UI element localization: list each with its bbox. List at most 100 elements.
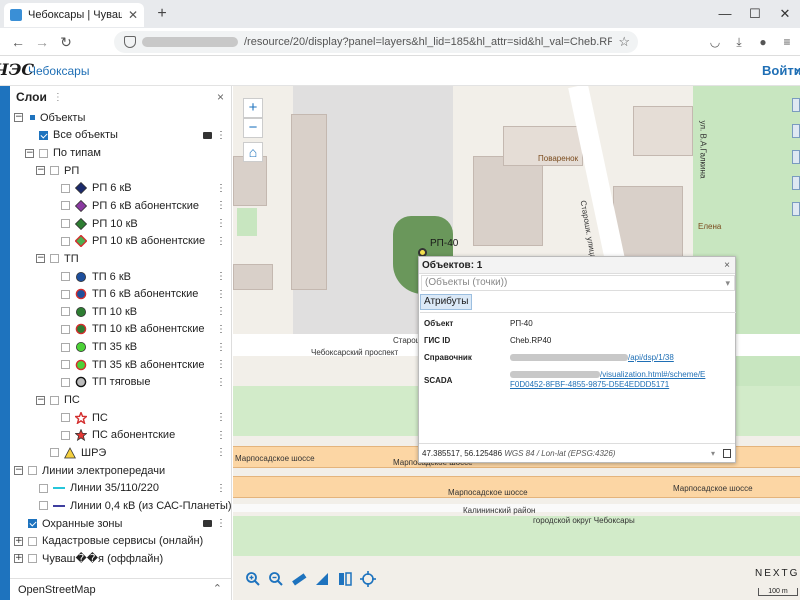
- layer-checkbox[interactable]: [61, 307, 70, 317]
- layer-select[interactable]: (Объекты (точки)) ▾: [421, 275, 735, 291]
- layer-menu-icon[interactable]: ⋮: [216, 500, 226, 511]
- layer-tree-row[interactable]: ПС абонентские ⋮: [10, 427, 232, 445]
- layer-tree-row[interactable]: + Кадастровые сервисы (онлайн): [10, 532, 232, 550]
- home-button[interactable]: ⌂: [243, 142, 263, 162]
- layer-checkbox[interactable]: [61, 289, 70, 299]
- layer-tree-row[interactable]: ПС ⋮: [10, 409, 232, 427]
- expand-icon[interactable]: +: [14, 536, 23, 546]
- basemap-selector[interactable]: OpenStreetMap ⌃: [10, 578, 232, 600]
- zoom-in-tool-icon[interactable]: [243, 569, 263, 589]
- identify-icon[interactable]: [335, 569, 355, 589]
- window-close-button[interactable]: ✕: [770, 0, 800, 28]
- layer-tree-row[interactable]: Линии 35/110/220 ⋮: [10, 479, 232, 497]
- layer-menu-icon[interactable]: ⋮: [216, 324, 226, 335]
- layer-menu-icon[interactable]: ⋮: [216, 271, 226, 282]
- layer-tree-row[interactable]: РП 10 кВ абонентские ⋮: [10, 232, 232, 250]
- new-tab-button[interactable]: +: [152, 4, 172, 24]
- layer-checkbox[interactable]: [39, 501, 48, 511]
- expand-icon[interactable]: +: [14, 554, 23, 564]
- layer-tree-row[interactable]: ТП 6 кВ абонентские ⋮: [10, 285, 232, 303]
- menu-icon[interactable]: ≡: [778, 33, 796, 51]
- layer-checkbox[interactable]: [61, 413, 70, 423]
- layer-tree-row[interactable]: ТП 35 кВ абонентские ⋮: [10, 356, 232, 374]
- shield-icon[interactable]: [124, 36, 136, 48]
- layer-tree-row[interactable]: − Линии электропередачи: [10, 462, 232, 480]
- layer-checkbox[interactable]: [50, 395, 59, 405]
- chevron-down-icon[interactable]: ▾: [711, 444, 715, 463]
- layer-tree-row[interactable]: + Чуваш��я (оффлайн): [10, 550, 232, 568]
- window-maximize-button[interactable]: ☐: [740, 0, 770, 28]
- layer-checkbox[interactable]: [39, 130, 48, 140]
- layer-menu-icon[interactable]: ⋮: [216, 377, 226, 388]
- chevron-down-icon[interactable]: ▾: [725, 276, 730, 290]
- layer-tree-row[interactable]: − ПС: [10, 391, 232, 409]
- account-icon[interactable]: ●: [754, 33, 772, 51]
- right-panel-thumb[interactable]: [792, 202, 800, 216]
- right-panel-thumb[interactable]: [792, 98, 800, 112]
- layer-menu-icon[interactable]: ⋮: [216, 130, 226, 141]
- collapse-icon[interactable]: −: [14, 466, 23, 476]
- layer-menu-icon[interactable]: ⋮: [216, 306, 226, 317]
- collapse-icon[interactable]: −: [36, 166, 45, 176]
- layer-checkbox[interactable]: [61, 377, 70, 387]
- browser-tab[interactable]: Чебоксары | Чувашские госу ✕: [4, 3, 144, 27]
- layer-checkbox[interactable]: [61, 219, 70, 229]
- layer-menu-icon[interactable]: ⋮: [216, 518, 226, 529]
- layer-tree-row[interactable]: − ТП: [10, 250, 232, 268]
- layer-tree-row[interactable]: РП 6 кВ абонентские ⋮: [10, 197, 232, 215]
- layer-tree-row[interactable]: Охранные зоны ⋮: [10, 515, 232, 533]
- right-panel-thumb[interactable]: [792, 176, 800, 190]
- layer-menu-icon[interactable]: ⋮: [216, 359, 226, 370]
- popup-close-icon[interactable]: ×: [724, 257, 730, 274]
- layer-menu-icon[interactable]: ⋮: [216, 483, 226, 494]
- layer-tree-row[interactable]: ТП 6 кВ ⋮: [10, 268, 232, 286]
- layer-checkbox[interactable]: [28, 519, 37, 529]
- panel-kebab-icon[interactable]: ⋮: [53, 92, 63, 103]
- pocket-icon[interactable]: ◡: [706, 33, 724, 51]
- panel-close-icon[interactable]: ×: [217, 90, 224, 104]
- layer-tree-row[interactable]: − Объекты: [10, 109, 232, 127]
- tab-attributes[interactable]: Атрибуты: [420, 294, 473, 310]
- tab-close-icon[interactable]: ✕: [128, 8, 138, 22]
- download-icon[interactable]: ⤓: [730, 33, 748, 51]
- ruler-icon[interactable]: [289, 569, 309, 589]
- layer-menu-icon[interactable]: ⋮: [216, 183, 226, 194]
- layer-checkbox[interactable]: [28, 536, 37, 546]
- back-arrow-icon[interactable]: ←: [8, 32, 28, 52]
- layer-menu-icon[interactable]: ⋮: [216, 430, 226, 441]
- window-minimize-button[interactable]: —: [710, 0, 740, 28]
- layer-checkbox[interactable]: [28, 554, 37, 564]
- zoom-in-button[interactable]: +: [243, 98, 263, 118]
- collapse-icon[interactable]: −: [25, 148, 34, 158]
- layer-menu-icon[interactable]: ⋮: [216, 447, 226, 458]
- layer-checkbox[interactable]: [61, 236, 70, 246]
- address-bar[interactable]: /resource/20/display?panel=layers&hl_lid…: [114, 31, 638, 53]
- right-panel-thumb[interactable]: [792, 150, 800, 164]
- layer-checkbox[interactable]: [61, 342, 70, 352]
- layer-tree-row[interactable]: РП 6 кВ ⋮: [10, 180, 232, 198]
- measure-area-icon[interactable]: [312, 569, 332, 589]
- locate-icon[interactable]: [358, 569, 378, 589]
- layer-checkbox[interactable]: [39, 483, 48, 493]
- layer-checkbox[interactable]: [61, 272, 70, 282]
- layer-menu-icon[interactable]: ⋮: [216, 236, 226, 247]
- nextgis-attribution[interactable]: NEXTGIS: [755, 568, 800, 579]
- layer-tree-row[interactable]: РП 10 кВ ⋮: [10, 215, 232, 233]
- layer-tree-row[interactable]: ТП тяговые ⋮: [10, 374, 232, 392]
- layer-menu-icon[interactable]: ⋮: [216, 289, 226, 300]
- layer-tree-row[interactable]: ШРЭ ⋮: [10, 444, 232, 462]
- collapse-icon[interactable]: −: [36, 254, 45, 264]
- copy-icon[interactable]: [723, 449, 731, 458]
- layer-menu-icon[interactable]: ⋮: [216, 342, 226, 353]
- layer-tree-row[interactable]: − РП: [10, 162, 232, 180]
- collapse-icon[interactable]: −: [36, 395, 45, 405]
- layer-menu-icon[interactable]: ⋮: [216, 200, 226, 211]
- layer-checkbox[interactable]: [61, 430, 70, 440]
- layer-checkbox[interactable]: [50, 166, 59, 176]
- header-more-icon[interactable]: »: [795, 63, 800, 78]
- forward-arrow-icon[interactable]: →: [32, 32, 52, 52]
- layer-checkbox[interactable]: [50, 254, 59, 264]
- layer-tree-row[interactable]: ТП 10 кВ абонентские ⋮: [10, 321, 232, 339]
- url-text[interactable]: /resource/20/display?panel=layers&hl_lid…: [244, 36, 612, 48]
- layer-checkbox[interactable]: [28, 466, 37, 476]
